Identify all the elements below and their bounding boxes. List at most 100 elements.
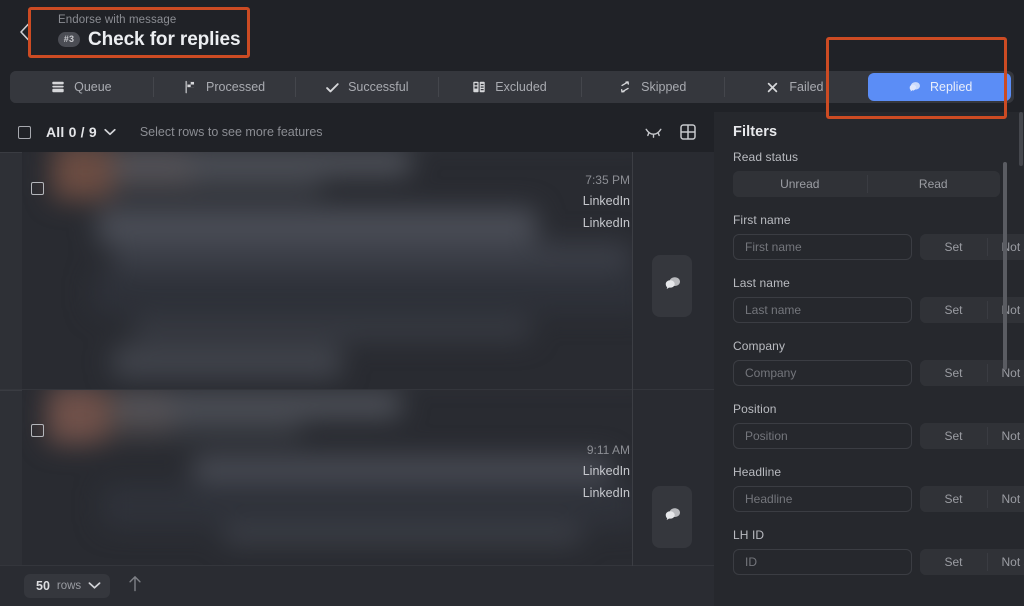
filter-group-read-status: Read status Unread Read: [733, 150, 1000, 197]
filters-scrollbar-thumb[interactable]: [1003, 162, 1007, 370]
back-button[interactable]: [6, 10, 42, 54]
filter-label: Last name: [733, 276, 790, 290]
filter-option-not-set[interactable]: Not set: [987, 486, 1024, 512]
filter-option-read[interactable]: Read: [866, 171, 1000, 197]
tab-label: Failed: [789, 80, 824, 94]
filter-option-not-set[interactable]: Not set: [987, 549, 1024, 575]
tab-successful[interactable]: Successful: [295, 71, 439, 103]
row-open-chat-button[interactable]: [652, 486, 692, 548]
filters-list: Read status Unread Read First name Set N…: [714, 150, 1024, 606]
filter-option-set[interactable]: Set: [920, 297, 987, 323]
selection-count-dropdown[interactable]: All 0 / 9: [46, 123, 116, 141]
filter-label: Read status: [733, 150, 799, 164]
page-scrollbar-thumb[interactable]: [1019, 112, 1023, 166]
row-channel: LinkedIn: [582, 216, 630, 230]
tab-replied[interactable]: Replied: [868, 73, 1012, 101]
row-divider: [0, 390, 22, 391]
filter-group-last-name: Last name Set Not set: [733, 276, 1024, 323]
table-row[interactable]: 7:35 PM LinkedIn LinkedIn: [0, 152, 714, 390]
status-tabbar: Queue Processed Successful Excluded Skip…: [10, 71, 1014, 103]
chevron-down-icon: [104, 123, 116, 141]
company-input[interactable]: [733, 360, 912, 386]
row-channel: LinkedIn: [582, 486, 630, 500]
chat-bubble-icon: [907, 80, 922, 95]
skip-arrows-icon: [618, 80, 633, 95]
row-source: LinkedIn: [582, 194, 630, 208]
tab-label: Replied: [929, 80, 973, 94]
page-title-block: Endorse with message #3 Check for replie…: [44, 5, 254, 60]
filter-group-headline: Headline Set Not set: [733, 465, 1024, 512]
tab-processed[interactable]: Processed: [152, 71, 296, 103]
filters-title: Filters: [733, 124, 778, 140]
tab-label: Skipped: [641, 80, 687, 94]
tab-excluded[interactable]: Excluded: [438, 71, 581, 103]
chat-bubbles-icon: [663, 274, 682, 298]
filter-label: Company: [733, 339, 786, 353]
position-set-segmented: Set Not set: [920, 423, 1024, 449]
list-meta-divider: [632, 152, 633, 566]
tab-label: Successful: [348, 80, 409, 94]
filter-option-set[interactable]: Set: [920, 486, 987, 512]
flag-icon: [183, 80, 198, 95]
rows-per-page-select[interactable]: 50 rows: [24, 574, 111, 598]
tab-queue[interactable]: Queue: [10, 71, 153, 103]
headline-input[interactable]: [733, 486, 912, 512]
collapse-rows-icon[interactable]: [645, 126, 662, 139]
inbox-icon: [51, 80, 66, 95]
row-divider: [0, 152, 22, 153]
row-open-chat-button[interactable]: [652, 255, 692, 317]
tab-skipped[interactable]: Skipped: [580, 71, 724, 103]
tab-label: Queue: [74, 80, 112, 94]
list-toolbar: All 0 / 9 Select rows to see more featur…: [0, 112, 714, 152]
lh-id-input[interactable]: [733, 549, 912, 575]
filters-panel: Filters Read status Unread Read First na…: [714, 112, 1024, 606]
rows-per-page-unit: rows: [56, 580, 82, 592]
position-input[interactable]: [733, 423, 912, 449]
row-timestamp: 9:11 AM: [586, 443, 630, 457]
filter-option-set[interactable]: Set: [920, 423, 987, 449]
filter-option-set[interactable]: Set: [920, 549, 987, 575]
filter-option-set[interactable]: Set: [920, 360, 987, 386]
filter-label: First name: [733, 213, 791, 227]
last-name-input[interactable]: [733, 297, 912, 323]
arrow-up-icon: [128, 575, 142, 597]
company-set-segmented: Set Not set: [920, 360, 1024, 386]
results-list[interactable]: 7:35 PM LinkedIn LinkedIn 9:11 AM Linked…: [0, 152, 714, 566]
scroll-to-top-button[interactable]: [128, 575, 142, 597]
selection-count-label: All 0 / 9: [46, 124, 97, 140]
headline-set-segmented: Set Not set: [920, 486, 1024, 512]
rows-per-page-value: 50: [36, 579, 50, 593]
row-meta: 9:11 AM LinkedIn LinkedIn: [540, 440, 630, 504]
page-eyebrow: Endorse with message: [58, 13, 177, 26]
tab-label: Excluded: [495, 80, 547, 94]
toolbar-hint: Select rows to see more features: [139, 125, 323, 139]
filter-group-position: Position Set Not set: [733, 402, 1024, 449]
row-meta: 7:35 PM LinkedIn LinkedIn: [540, 170, 630, 234]
row-select-checkbox[interactable]: [31, 182, 44, 195]
read-status-segmented: Unread Read: [733, 171, 1000, 197]
row-timestamp: 7:35 PM: [585, 173, 630, 187]
tab-failed[interactable]: Failed: [723, 71, 867, 103]
filter-option-set[interactable]: Set: [920, 234, 987, 260]
select-all-checkbox[interactable]: [18, 125, 31, 139]
page-title: Check for replies: [88, 28, 241, 50]
filter-group-company: Company Set Not set: [733, 339, 1024, 386]
last-name-set-segmented: Set Not set: [920, 297, 1024, 323]
x-icon: [766, 80, 781, 95]
first-name-set-segmented: Set Not set: [920, 234, 1024, 260]
filter-group-lh-id: LH ID Set Not set: [733, 528, 1024, 575]
filter-group-first-name: First name Set Not set: [733, 213, 1024, 260]
page-header: Endorse with message #3 Check for replie…: [0, 0, 1024, 64]
grid-view-icon[interactable]: [680, 124, 696, 140]
table-row[interactable]: 9:11 AM LinkedIn LinkedIn: [0, 390, 714, 566]
filter-option-not-set[interactable]: Not set: [987, 423, 1024, 449]
excluded-icon: [472, 80, 487, 95]
filter-label: Position: [733, 402, 777, 416]
toolbar-icon-group: [645, 112, 696, 152]
chat-bubbles-icon: [663, 505, 682, 529]
app-root: Endorse with message #3 Check for replie…: [0, 0, 1024, 606]
first-name-input[interactable]: [733, 234, 912, 260]
filter-option-unread[interactable]: Unread: [733, 171, 867, 197]
list-footer: 50 rows: [0, 566, 714, 606]
row-select-checkbox[interactable]: [31, 424, 44, 437]
